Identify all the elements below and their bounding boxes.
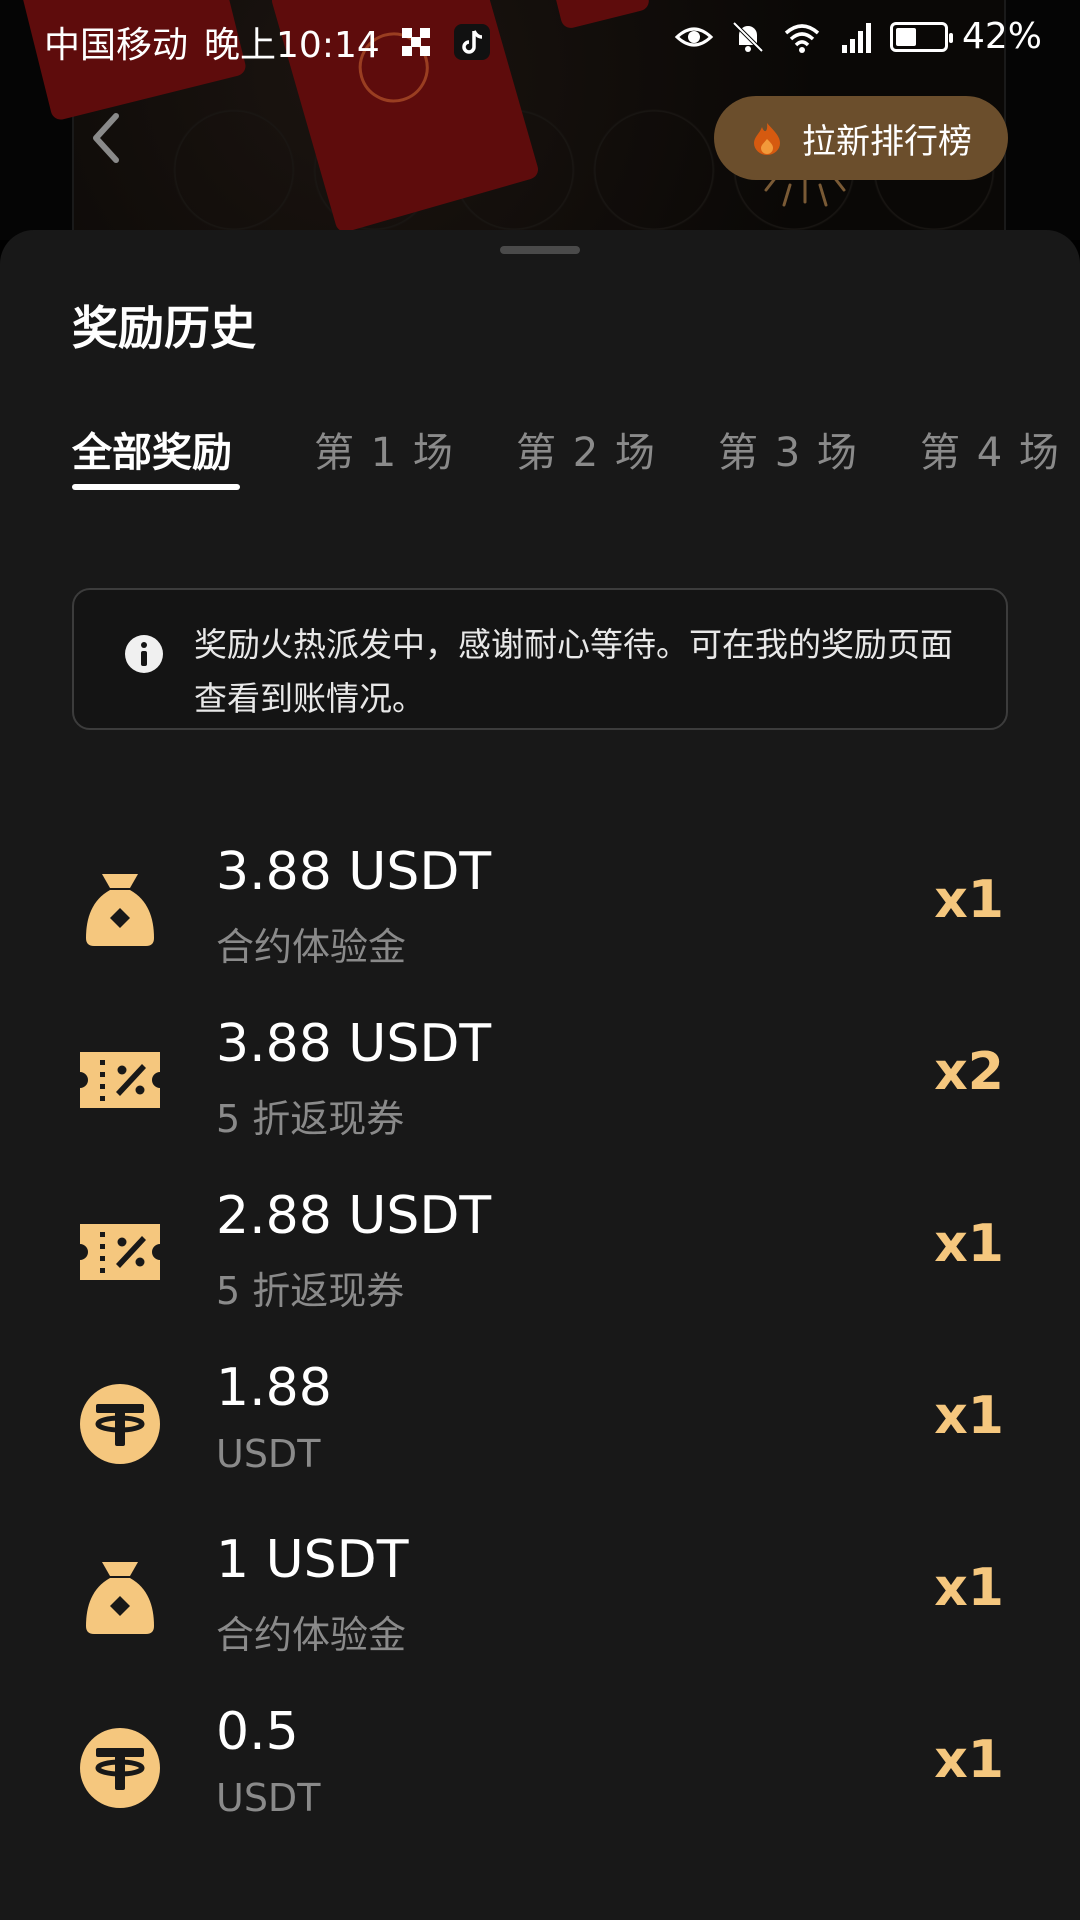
sheet-title: 奖励历史 (72, 301, 256, 355)
info-icon (125, 635, 163, 673)
leaderboard-label: 拉新排行榜 (802, 121, 972, 162)
tab-round-2[interactable]: 第 2 场 (516, 420, 657, 478)
reward-row: 1 USDT 合约体验金 x1 (0, 1518, 1080, 1690)
reward-quantity: x1 (934, 1558, 1004, 1618)
fire-icon (754, 123, 780, 155)
sheet-drag-handle[interactable] (500, 246, 580, 254)
carrier-label: 中国移动 (44, 25, 189, 66)
reward-row: 2.88 USDT 5 折返现券 x1 (0, 1174, 1080, 1346)
battery-level (895, 27, 916, 46)
status-bar: 中国移动 晚上10:14 42% (0, 0, 1080, 76)
reward-row: 0.5 USDT x1 (0, 1690, 1080, 1862)
eye-icon (674, 27, 714, 46)
reward-quantity: x1 (934, 1214, 1004, 1274)
round-tabs: 全部奖励 第 1 场 第 2 场 第 3 场 第 4 场 (0, 410, 1080, 530)
reward-type: 合约体验金 (216, 1613, 407, 1657)
reward-amount: 1.88 (216, 1358, 332, 1418)
reward-type: USDT (216, 1776, 321, 1820)
wifi-icon (784, 23, 820, 53)
reward-amount: 3.88 USDT (216, 842, 492, 902)
reward-list: 3.88 USDT 合约体验金 x1 3.88 USDT 5 折返现券 x2 2.88 US… (0, 830, 1080, 1862)
reward-quantity: x2 (934, 1042, 1004, 1102)
bell-muted-icon (732, 21, 764, 52)
reward-row: 1.88 USDT x1 (0, 1346, 1080, 1518)
coupon-icon (78, 1038, 162, 1122)
reward-amount: 2.88 USDT (216, 1186, 492, 1246)
reward-type: 5 折返现券 (216, 1269, 405, 1313)
tab-all-rewards[interactable]: 全部奖励 (72, 420, 232, 478)
reward-type: 合约体验金 (216, 925, 407, 969)
tab-round-1[interactable]: 第 1 场 (314, 420, 455, 478)
reward-row: 3.88 USDT 5 折返现券 x2 (0, 1002, 1080, 1174)
battery-percent-label: 42% (961, 16, 1042, 57)
tether-coin-icon (78, 1382, 162, 1466)
tiktok-icon (453, 24, 490, 60)
reward-row: 3.88 USDT 合约体验金 x1 (0, 830, 1080, 1002)
active-tab-indicator (72, 484, 240, 490)
money-bag-icon (78, 1554, 162, 1638)
money-bag-icon (78, 866, 162, 950)
back-button[interactable] (82, 108, 132, 168)
reward-amount: 3.88 USDT (216, 1014, 492, 1074)
reward-type: USDT (216, 1432, 321, 1476)
tab-round-4[interactable]: 第 4 场 (920, 420, 1061, 478)
leaderboard-button[interactable]: 拉新排行榜 (714, 96, 1008, 180)
tether-coin-icon (78, 1726, 162, 1810)
reward-quantity: x1 (934, 1386, 1004, 1446)
reward-history-sheet: 奖励历史 全部奖励 第 1 场 第 2 场 第 3 场 第 4 场 奖励火热派发… (0, 230, 1080, 1920)
battery-icon (889, 21, 953, 52)
checkered-app-icon (401, 28, 430, 56)
clock-label: 晚上10:14 (204, 25, 380, 66)
reward-quantity: x1 (934, 870, 1004, 930)
reward-amount: 1 USDT (216, 1530, 409, 1590)
tab-round-3[interactable]: 第 3 场 (718, 420, 859, 478)
reward-type: 5 折返现券 (216, 1097, 405, 1141)
cellular-signal-icon (841, 22, 871, 53)
coupon-icon (78, 1210, 162, 1294)
reward-amount: 0.5 (216, 1702, 299, 1762)
notice-box: 奖励火热派发中，感谢耐心等待。可在我的奖励页面查看到账情况。 (72, 588, 1008, 730)
notice-text: 奖励火热派发中，感谢耐心等待。可在我的奖励页面查看到账情况。 (194, 625, 953, 718)
reward-quantity: x1 (934, 1730, 1004, 1790)
